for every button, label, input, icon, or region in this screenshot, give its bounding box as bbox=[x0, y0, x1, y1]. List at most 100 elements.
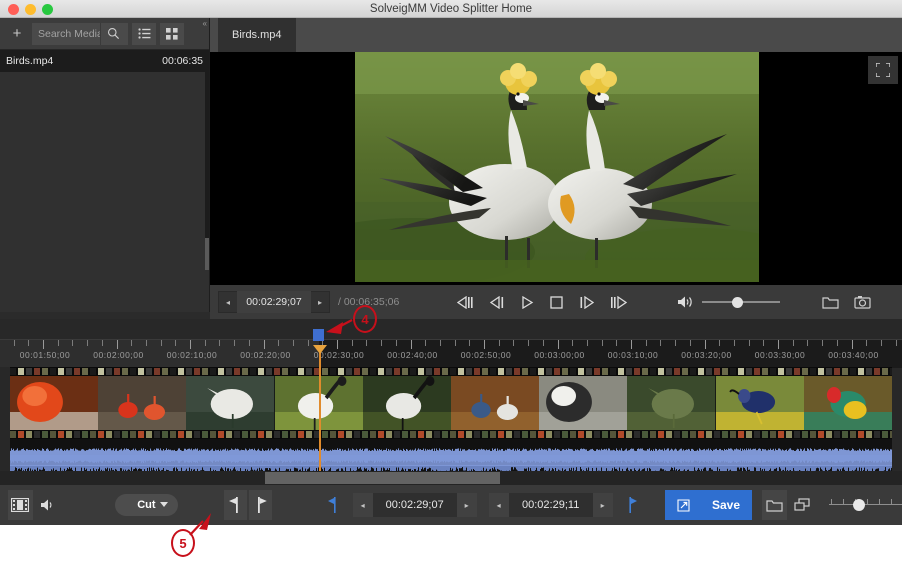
step-back-frame-icon[interactable] bbox=[457, 295, 474, 309]
timeline-tick-label: 00:01:50;00 bbox=[19, 350, 71, 360]
chevron-down-icon[interactable] bbox=[159, 502, 168, 507]
add-media-button[interactable]: + bbox=[4, 22, 30, 46]
filmstrip-thumbnail bbox=[186, 376, 275, 430]
step-forward-frame-icon[interactable] bbox=[610, 295, 628, 309]
filmstrip-thumbnail bbox=[450, 376, 540, 430]
zoom-tick bbox=[842, 499, 844, 504]
timeline-tick-minor bbox=[586, 340, 588, 346]
cut-mode-select[interactable]: Cut bbox=[114, 494, 178, 516]
filmstrip-thumbnail bbox=[98, 376, 187, 430]
timeline-tick-minor bbox=[645, 340, 647, 346]
volume-icon[interactable] bbox=[677, 295, 694, 309]
speaker-icon[interactable] bbox=[36, 492, 61, 518]
current-time-prev-button[interactable]: ◂ bbox=[219, 291, 237, 313]
timeline-tick-minor bbox=[351, 340, 353, 346]
media-panel-scrollbar[interactable] bbox=[205, 50, 209, 270]
in-point-next-button[interactable]: ▸ bbox=[456, 493, 477, 517]
timeline-tick-minor bbox=[689, 340, 691, 346]
timeline-tick-major bbox=[337, 340, 338, 349]
filmstrip-icon[interactable] bbox=[8, 490, 33, 520]
timeline-tick-label: 00:03:20;00 bbox=[681, 350, 732, 360]
open-folder-icon[interactable] bbox=[762, 490, 788, 520]
volume-slider[interactable] bbox=[702, 296, 781, 308]
zoom-slider-knob[interactable] bbox=[853, 499, 865, 511]
add-marker-end-button[interactable] bbox=[249, 490, 273, 520]
timeline-playhead-handle[interactable] bbox=[313, 345, 327, 354]
timeline-tick-minor bbox=[160, 340, 162, 346]
fullscreen-icon[interactable] bbox=[868, 56, 898, 84]
timeline-tick-label: 00:02:40;00 bbox=[387, 350, 438, 360]
current-time-stepper[interactable]: ◂ 00:02:29;07 ▸ bbox=[218, 291, 330, 313]
timeline-tick-major bbox=[190, 340, 191, 349]
current-time-value[interactable]: 00:02:29;07 bbox=[237, 291, 311, 313]
timeline-tick-minor bbox=[57, 340, 59, 346]
timeline-tick-minor bbox=[87, 340, 89, 346]
grid-view-icon[interactable] bbox=[160, 22, 184, 45]
current-time-next-button[interactable]: ▸ bbox=[311, 291, 329, 313]
prev-marker-icon[interactable] bbox=[490, 295, 505, 309]
video-preview[interactable] bbox=[210, 52, 902, 285]
timeline-tick-minor bbox=[469, 340, 471, 346]
timeline-tick-minor bbox=[895, 340, 897, 346]
timeline-tick-minor bbox=[234, 340, 236, 346]
timeline-scrollbar-thumb[interactable] bbox=[265, 472, 500, 484]
timeline-tick-minor bbox=[528, 340, 530, 346]
timeline-marker-flag[interactable] bbox=[313, 329, 324, 341]
volume-slider-knob[interactable] bbox=[731, 297, 743, 308]
timeline-ruler[interactable]: 00:01:50;00 00:02:00;00 00:02:10;00 00:02:2… bbox=[0, 339, 902, 368]
timeline-tick-minor bbox=[498, 340, 500, 346]
search-icon[interactable] bbox=[100, 22, 126, 45]
video-frame bbox=[355, 52, 759, 282]
filmstrip-thumbnail bbox=[362, 376, 451, 430]
timeline-tick-minor bbox=[660, 340, 662, 346]
volume-control[interactable] bbox=[677, 295, 781, 309]
list-view-icon[interactable] bbox=[132, 22, 156, 45]
camera-snapshot-icon[interactable] bbox=[848, 289, 876, 315]
bottom-toolbar: Cut ◂ 00:02:29;07 ▸ ◂ 00:02:29;11 ▸ Save bbox=[0, 485, 902, 525]
timeline-zoom-slider[interactable] bbox=[828, 496, 902, 514]
collapse-panel-icon[interactable]: « bbox=[203, 19, 207, 28]
timeline-tick-minor bbox=[880, 340, 882, 346]
timeline-tick-minor bbox=[601, 340, 603, 346]
playback-buttons bbox=[457, 295, 628, 309]
out-point-prev-button[interactable]: ◂ bbox=[488, 493, 509, 517]
search-media-container[interactable] bbox=[32, 22, 128, 45]
timeline-tick-label: 00:03:00;00 bbox=[534, 350, 585, 360]
timeline[interactable]: 00:01:50;00 00:02:00;00 00:02:10;00 00:02:2… bbox=[0, 319, 902, 485]
add-marker-start-button[interactable] bbox=[223, 490, 248, 520]
cut-mode-label: Cut bbox=[137, 499, 156, 511]
timeline-tick-minor bbox=[307, 340, 309, 346]
out-point-stepper[interactable]: ◂ 00:02:29;11 ▸ bbox=[488, 493, 613, 517]
window-title: SolveigMM Video Splitter Home bbox=[369, 3, 533, 15]
timeline-tick-minor bbox=[763, 340, 765, 346]
in-point-prev-button[interactable]: ◂ bbox=[352, 493, 373, 517]
search-input[interactable] bbox=[32, 27, 100, 40]
media-panel-scrollbar-thumb[interactable] bbox=[205, 238, 209, 270]
timeline-tick-minor bbox=[822, 340, 824, 346]
timeline-tick-minor bbox=[292, 340, 294, 346]
open-folder-icon[interactable] bbox=[816, 289, 844, 315]
in-point-flag-icon[interactable] bbox=[324, 490, 342, 520]
out-point-flag-icon[interactable] bbox=[623, 490, 641, 520]
timeline-tick-major bbox=[851, 340, 853, 349]
timeline-tick-minor bbox=[719, 340, 721, 346]
next-marker-icon[interactable] bbox=[579, 295, 595, 309]
timeline-tick-minor bbox=[248, 340, 250, 346]
media-list-empty-area bbox=[0, 72, 209, 310]
windows-icon[interactable] bbox=[790, 492, 815, 518]
timeline-tick-minor bbox=[28, 340, 30, 346]
out-point-next-button[interactable]: ▸ bbox=[592, 493, 613, 517]
list-item[interactable]: Birds.mp4 00:06:35 bbox=[0, 50, 209, 72]
timeline-tick-minor bbox=[13, 340, 15, 346]
in-point-stepper[interactable]: ◂ 00:02:29;07 ▸ bbox=[352, 493, 477, 517]
timeline-scrollbar[interactable] bbox=[0, 471, 902, 485]
video-track-filmstrip[interactable] bbox=[10, 367, 892, 439]
out-point-value[interactable]: 00:02:29;11 bbox=[508, 493, 593, 517]
play-icon[interactable] bbox=[521, 295, 534, 309]
in-point-value[interactable]: 00:02:29;07 bbox=[372, 493, 457, 517]
save-button[interactable]: Save bbox=[664, 490, 753, 520]
stop-icon[interactable] bbox=[550, 295, 563, 309]
filmstrip-thumbnails bbox=[10, 376, 892, 430]
tab-birds-mp4[interactable]: Birds.mp4 bbox=[218, 18, 296, 52]
timeline-playhead[interactable] bbox=[319, 349, 321, 485]
